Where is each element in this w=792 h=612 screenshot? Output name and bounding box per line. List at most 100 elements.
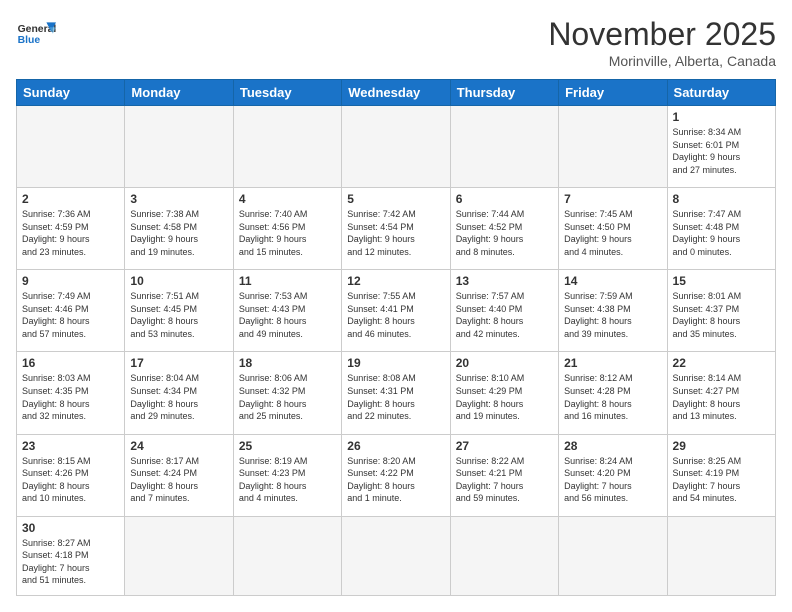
day-number: 27 — [456, 439, 553, 453]
day-number: 6 — [456, 192, 553, 206]
day-info: Sunrise: 7:59 AM Sunset: 4:38 PM Dayligh… — [564, 290, 661, 340]
table-row: 13Sunrise: 7:57 AM Sunset: 4:40 PM Dayli… — [450, 270, 558, 352]
page: General Blue November 2025 Morinville, A… — [0, 0, 792, 612]
table-row: 30 Sunrise: 8:27 AM Sunset: 4:18 PM Dayli… — [17, 516, 125, 595]
day-info: Sunrise: 7:53 AM Sunset: 4:43 PM Dayligh… — [239, 290, 336, 340]
day-number: 23 — [22, 439, 119, 453]
table-row: 10 Sunrise: 7:51 AM Sunset: 4:45 PM Dayli… — [125, 270, 233, 352]
col-tuesday: Tuesday — [233, 80, 341, 106]
day-info: Sunrise: 7:49 AM Sunset: 4:46 PM Dayligh… — [22, 290, 119, 340]
table-row — [667, 516, 775, 595]
day-info: Sunrise: 8:25 AM Sunset: 4:19 PM Dayligh… — [673, 455, 770, 505]
table-row: 1 Sunrise: 8:34 AM Sunset: 6:01 PM Daylig… — [667, 106, 775, 188]
table-row: 2 Sunrise: 7:36 AM Sunset: 4:59 PM Daylig… — [17, 188, 125, 270]
table-row: 25 Sunrise: 8:19 AM Sunset: 4:23 PM Dayli… — [233, 434, 341, 516]
table-row: 27 Sunrise: 8:22 AM Sunset: 4:21 PM Dayli… — [450, 434, 558, 516]
day-number: 10 — [130, 274, 227, 288]
table-row: 20Sunrise: 8:10 AM Sunset: 4:29 PM Dayli… — [450, 352, 558, 434]
col-thursday: Thursday — [450, 80, 558, 106]
table-row: 28Sunrise: 8:24 AM Sunset: 4:20 PM Dayli… — [559, 434, 667, 516]
day-number: 16 — [22, 356, 119, 370]
day-info: Sunrise: 8:03 AM Sunset: 4:35 PM Dayligh… — [22, 372, 119, 422]
day-number: 5 — [347, 192, 444, 206]
col-monday: Monday — [125, 80, 233, 106]
table-row — [342, 106, 450, 188]
table-row: 9 Sunrise: 7:49 AM Sunset: 4:46 PM Daylig… — [17, 270, 125, 352]
day-number: 26 — [347, 439, 444, 453]
day-info: Sunrise: 7:38 AM Sunset: 4:58 PM Dayligh… — [130, 208, 227, 258]
day-info: Sunrise: 7:36 AM Sunset: 4:59 PM Dayligh… — [22, 208, 119, 258]
table-row: 29 Sunrise: 8:25 AM Sunset: 4:19 PM Dayli… — [667, 434, 775, 516]
day-info: Sunrise: 8:12 AM Sunset: 4:28 PM Dayligh… — [564, 372, 661, 422]
day-info: Sunrise: 8:34 AM Sunset: 6:01 PM Dayligh… — [673, 126, 770, 176]
table-row — [233, 106, 341, 188]
day-number: 9 — [22, 274, 119, 288]
day-number: 12 — [347, 274, 444, 288]
day-info: Sunrise: 7:44 AM Sunset: 4:52 PM Dayligh… — [456, 208, 553, 258]
table-row: 24Sunrise: 8:17 AM Sunset: 4:24 PM Dayli… — [125, 434, 233, 516]
title-section: November 2025 Morinville, Alberta, Canad… — [548, 16, 776, 69]
day-number: 22 — [673, 356, 770, 370]
table-row: 5 Sunrise: 7:42 AM Sunset: 4:54 PM Daylig… — [342, 188, 450, 270]
day-number: 30 — [22, 521, 119, 535]
table-row: 23 Sunrise: 8:15 AM Sunset: 4:26 PM Dayli… — [17, 434, 125, 516]
table-row — [450, 106, 558, 188]
table-row — [125, 516, 233, 595]
day-info: Sunrise: 8:22 AM Sunset: 4:21 PM Dayligh… — [456, 455, 553, 505]
day-number: 7 — [564, 192, 661, 206]
day-number: 3 — [130, 192, 227, 206]
day-number: 11 — [239, 274, 336, 288]
day-info: Sunrise: 7:47 AM Sunset: 4:48 PM Dayligh… — [673, 208, 770, 258]
day-number: 24 — [130, 439, 227, 453]
table-row — [342, 516, 450, 595]
day-number: 20 — [456, 356, 553, 370]
table-row: 4Sunrise: 7:40 AM Sunset: 4:56 PM Daylig… — [233, 188, 341, 270]
day-number: 18 — [239, 356, 336, 370]
day-info: Sunrise: 8:04 AM Sunset: 4:34 PM Dayligh… — [130, 372, 227, 422]
table-row — [17, 106, 125, 188]
day-info: Sunrise: 8:14 AM Sunset: 4:27 PM Dayligh… — [673, 372, 770, 422]
table-row: 12 Sunrise: 7:55 AM Sunset: 4:41 PM Dayli… — [342, 270, 450, 352]
table-row: 11 Sunrise: 7:53 AM Sunset: 4:43 PM Dayli… — [233, 270, 341, 352]
day-number: 25 — [239, 439, 336, 453]
day-number: 29 — [673, 439, 770, 453]
table-row: 21 Sunrise: 8:12 AM Sunset: 4:28 PM Dayli… — [559, 352, 667, 434]
day-number: 1 — [673, 110, 770, 124]
logo: General Blue — [16, 16, 56, 56]
table-row: 17Sunrise: 8:04 AM Sunset: 4:34 PM Dayli… — [125, 352, 233, 434]
table-row: 26 Sunrise: 8:20 AM Sunset: 4:22 PM Dayli… — [342, 434, 450, 516]
table-row: 22 Sunrise: 8:14 AM Sunset: 4:27 PM Dayli… — [667, 352, 775, 434]
table-row — [233, 516, 341, 595]
table-row — [559, 106, 667, 188]
day-number: 15 — [673, 274, 770, 288]
day-info: Sunrise: 8:15 AM Sunset: 4:26 PM Dayligh… — [22, 455, 119, 505]
table-row — [559, 516, 667, 595]
col-wednesday: Wednesday — [342, 80, 450, 106]
day-info: Sunrise: 8:01 AM Sunset: 4:37 PM Dayligh… — [673, 290, 770, 340]
day-number: 2 — [22, 192, 119, 206]
day-info: Sunrise: 8:06 AM Sunset: 4:32 PM Dayligh… — [239, 372, 336, 422]
table-row: 7 Sunrise: 7:45 AM Sunset: 4:50 PM Daylig… — [559, 188, 667, 270]
table-row: 15 Sunrise: 8:01 AM Sunset: 4:37 PM Dayli… — [667, 270, 775, 352]
table-row: 19Sunrise: 8:08 AM Sunset: 4:31 PM Dayli… — [342, 352, 450, 434]
day-info: Sunrise: 8:20 AM Sunset: 4:22 PM Dayligh… — [347, 455, 444, 505]
day-info: Sunrise: 8:19 AM Sunset: 4:23 PM Dayligh… — [239, 455, 336, 505]
col-friday: Friday — [559, 80, 667, 106]
day-info: Sunrise: 7:42 AM Sunset: 4:54 PM Dayligh… — [347, 208, 444, 258]
day-info: Sunrise: 7:45 AM Sunset: 4:50 PM Dayligh… — [564, 208, 661, 258]
day-info: Sunrise: 8:27 AM Sunset: 4:18 PM Dayligh… — [22, 537, 119, 587]
col-sunday: Sunday — [17, 80, 125, 106]
day-info: Sunrise: 7:51 AM Sunset: 4:45 PM Dayligh… — [130, 290, 227, 340]
generalblue-logo-icon: General Blue — [16, 16, 56, 56]
table-row: 6 Sunrise: 7:44 AM Sunset: 4:52 PM Daylig… — [450, 188, 558, 270]
table-row: 14Sunrise: 7:59 AM Sunset: 4:38 PM Dayli… — [559, 270, 667, 352]
calendar-table: Sunday Monday Tuesday Wednesday Thursday… — [16, 79, 776, 596]
table-row: 18 Sunrise: 8:06 AM Sunset: 4:32 PM Dayli… — [233, 352, 341, 434]
svg-text:Blue: Blue — [18, 35, 41, 46]
table-row — [125, 106, 233, 188]
day-number: 4 — [239, 192, 336, 206]
day-info: Sunrise: 7:55 AM Sunset: 4:41 PM Dayligh… — [347, 290, 444, 340]
day-info: Sunrise: 8:08 AM Sunset: 4:31 PM Dayligh… — [347, 372, 444, 422]
day-number: 21 — [564, 356, 661, 370]
table-row: 3 Sunrise: 7:38 AM Sunset: 4:58 PM Daylig… — [125, 188, 233, 270]
